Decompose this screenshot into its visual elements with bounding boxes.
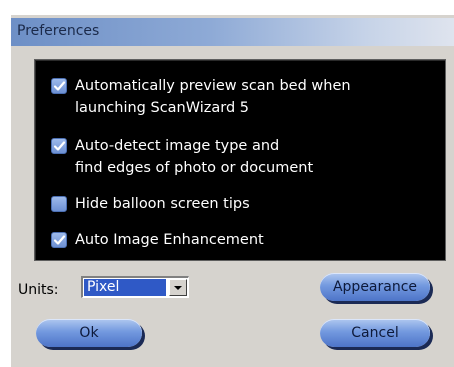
units-label: Units: bbox=[18, 282, 59, 298]
ok-button[interactable]: Ok bbox=[36, 319, 142, 347]
window-title: Preferences bbox=[17, 23, 100, 39]
appearance-button[interactable]: Appearance bbox=[320, 273, 430, 301]
checkbox-preview-scan-bed[interactable] bbox=[51, 78, 67, 94]
units-select[interactable]: Pixel bbox=[81, 276, 189, 298]
cancel-button[interactable]: Cancel bbox=[320, 319, 430, 347]
checkmark-icon bbox=[53, 141, 66, 151]
options-panel: Automatically preview scan bed when laun… bbox=[34, 59, 446, 261]
option-label: Auto Image Enhancement bbox=[75, 232, 264, 248]
units-selected-value: Pixel bbox=[84, 279, 166, 296]
checkmark-icon bbox=[53, 81, 66, 91]
checkbox-hide-balloon-tips[interactable] bbox=[51, 196, 67, 212]
checkmark-icon bbox=[53, 235, 66, 245]
checkbox-auto-detect[interactable] bbox=[51, 138, 67, 154]
dropdown-arrow-icon[interactable] bbox=[169, 279, 187, 296]
preferences-dialog: Preferences Automatically preview scan b… bbox=[10, 14, 454, 367]
option-label: Hide balloon screen tips bbox=[75, 196, 250, 212]
option-label: Auto-detect image type and find edges of… bbox=[75, 138, 314, 176]
option-label: Automatically preview scan bed when laun… bbox=[75, 78, 351, 116]
title-bar[interactable]: Preferences bbox=[11, 18, 454, 46]
checkbox-auto-enhancement[interactable] bbox=[51, 232, 67, 248]
